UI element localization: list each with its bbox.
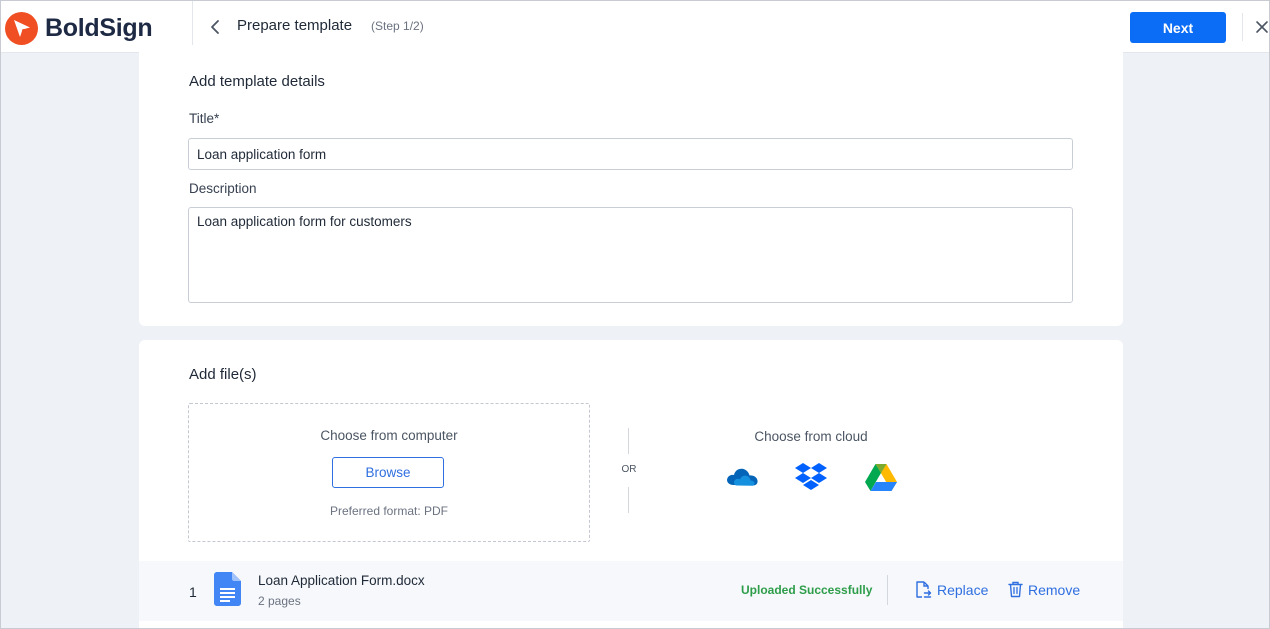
- file-index: 1: [189, 584, 197, 600]
- files-section-title: Add file(s): [189, 366, 257, 383]
- app-window: BoldSign Prepare template (Step 1/2) Nex…: [0, 0, 1270, 629]
- boldsign-logo-icon: [5, 12, 38, 45]
- title-input[interactable]: [188, 138, 1073, 170]
- chevron-left-icon: [211, 20, 219, 34]
- computer-drop-zone[interactable]: Choose from computer Browse Preferred fo…: [188, 403, 590, 542]
- next-button[interactable]: Next: [1130, 12, 1226, 43]
- onedrive-button[interactable]: [723, 461, 761, 493]
- choose-from-cloud-label: Choose from cloud: [754, 429, 868, 444]
- description-label: Description: [189, 181, 257, 196]
- page-title: Prepare template: [237, 17, 353, 34]
- header-divider: [1242, 13, 1243, 41]
- close-icon: [1256, 21, 1268, 33]
- details-section-title: Add template details: [189, 73, 325, 90]
- remove-button[interactable]: Remove: [1008, 581, 1080, 598]
- or-divider-bottom: [628, 487, 629, 513]
- replace-file-icon: [916, 581, 932, 598]
- replace-label: Replace: [937, 582, 989, 598]
- preferred-format-label: Preferred format: PDF: [329, 504, 449, 518]
- description-textarea[interactable]: Loan application form for customers: [188, 207, 1073, 303]
- file-page-count: 2 pages: [258, 594, 301, 608]
- trash-icon: [1008, 581, 1023, 598]
- title-label: Title*: [189, 111, 220, 126]
- close-button[interactable]: [1252, 16, 1269, 38]
- or-label: OR: [621, 464, 637, 475]
- back-button[interactable]: [204, 15, 226, 39]
- upload-status: Uploaded Successfully: [741, 583, 873, 597]
- onedrive-icon: [727, 468, 758, 486]
- google-drive-icon: [865, 464, 897, 491]
- dropbox-icon: [795, 463, 827, 490]
- replace-button[interactable]: Replace: [915, 581, 988, 599]
- file-name: Loan Application Form.docx: [258, 573, 425, 588]
- file-list-item: 1 Loan Application Form.docx 2 pages Upl…: [139, 561, 1123, 621]
- document-icon: [214, 572, 241, 606]
- step-indicator: (Step 1/2): [371, 19, 424, 33]
- browse-button[interactable]: Browse: [332, 457, 444, 488]
- dropbox-button[interactable]: [792, 461, 830, 493]
- page-scrollbar[interactable]: [1261, 54, 1269, 628]
- add-files-card: Add file(s) Choose from computer Browse …: [139, 340, 1123, 628]
- file-row-divider: [887, 575, 888, 605]
- choose-from-computer-label: Choose from computer: [320, 428, 458, 443]
- logo-text: BoldSign: [45, 14, 153, 42]
- or-divider-top: [628, 428, 629, 454]
- remove-label: Remove: [1028, 581, 1081, 598]
- template-details-card: Add template details Title* Description …: [139, 45, 1123, 326]
- google-drive-button[interactable]: [862, 461, 900, 493]
